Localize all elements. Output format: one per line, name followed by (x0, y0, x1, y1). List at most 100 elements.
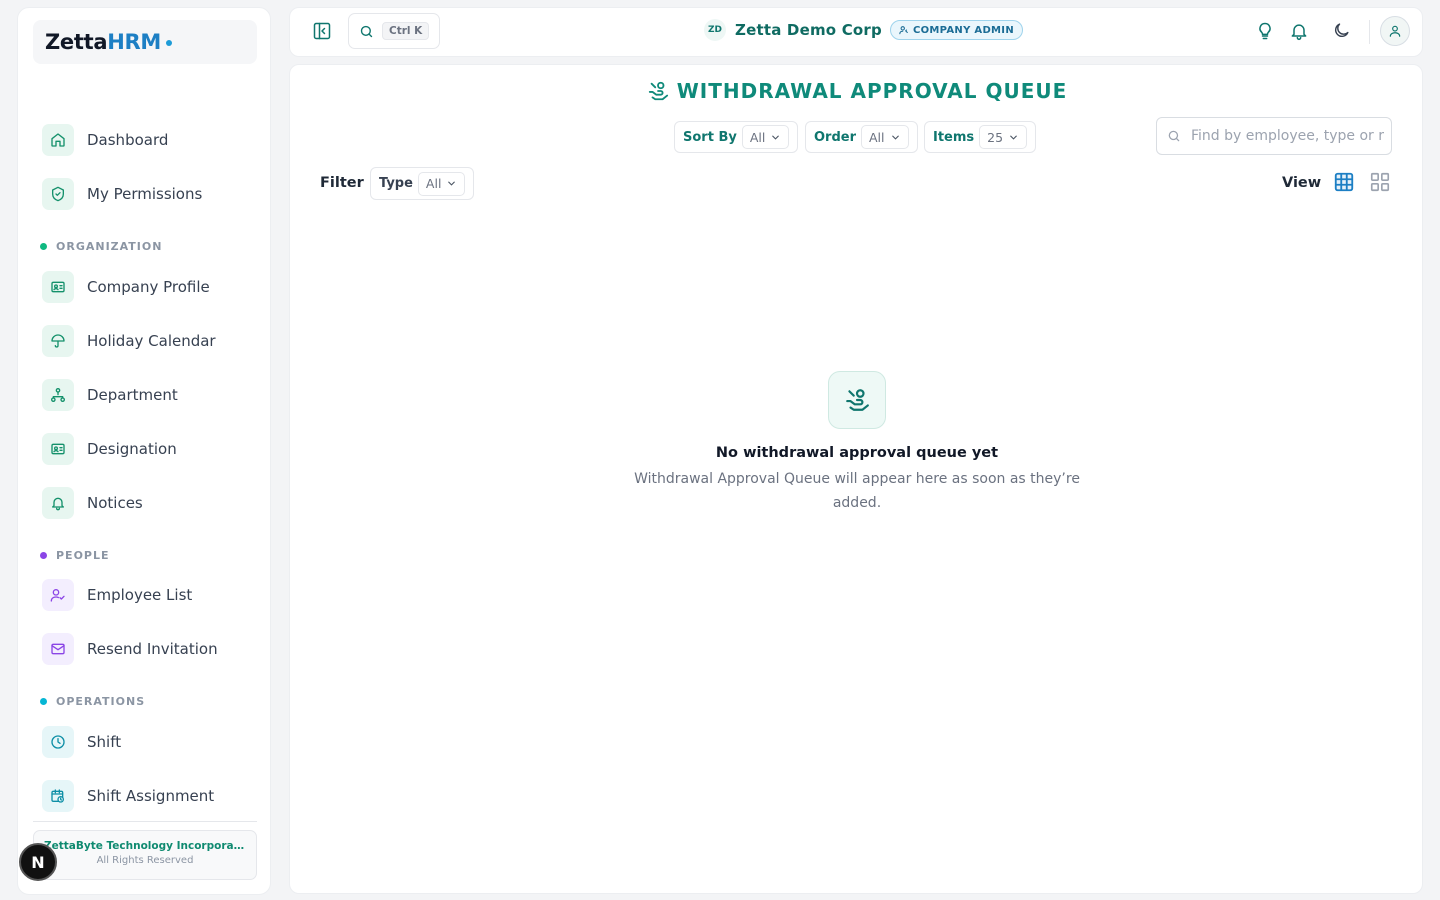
section-title: ORGANIZATION (56, 240, 163, 253)
role-badge: COMPANY ADMIN (889, 20, 1023, 40)
order-control: Order All (805, 121, 918, 153)
search-input[interactable] (1191, 128, 1391, 144)
section-operations: OPERATIONS (40, 695, 145, 708)
chevron-down-icon (448, 181, 456, 186)
bell-icon (42, 487, 74, 519)
sidebar: Zetta HRM Dashboard My Permissions ORGANI… (17, 7, 271, 895)
user-icon (1389, 25, 1401, 37)
topbar: Ctrl K ZD Zetta Demo Corp COMPANY ADMIN (289, 7, 1423, 57)
calendar-clock-icon (42, 780, 74, 812)
brand-name-part2: HRM (107, 30, 161, 54)
empty-state-description: Withdrawal Approval Queue will appear he… (634, 471, 1080, 511)
user-key-icon (899, 26, 908, 35)
chevron-down-icon (1010, 135, 1017, 140)
search-shortcut: Ctrl K (382, 22, 430, 40)
sidebar-item-shift-assignment[interactable]: Shift Assignment (42, 778, 258, 814)
sidebar-item-notices[interactable]: Notices (42, 485, 258, 521)
sidebar-item-shift[interactable]: Shift (42, 724, 258, 760)
items-select[interactable]: 25 (979, 125, 1028, 149)
user-avatar[interactable] (1380, 16, 1410, 46)
view-label: View (1282, 175, 1322, 191)
footer-rights: All Rights Reserved (96, 855, 194, 866)
filter-label: Filter (320, 175, 364, 191)
empty-state-title: No withdrawal approval queue yet (715, 445, 999, 461)
empty-state: No withdrawal approval queue yet Withdra… (290, 371, 1424, 515)
section-title: PEOPLE (56, 549, 110, 562)
chevron-down-icon (772, 135, 780, 140)
home-icon (42, 124, 74, 156)
page-title: WITHDRAWAL APPROVAL QUEUE (290, 79, 1424, 103)
order-select[interactable]: All (861, 125, 909, 149)
type-filter-value: All (425, 176, 442, 191)
section-people: PEOPLE (40, 549, 110, 562)
sidebar-item-company-profile[interactable]: Company Profile (42, 269, 258, 305)
sort-by-select[interactable]: All (741, 125, 790, 149)
type-filter-label: Type (379, 176, 413, 191)
brand-name-part1: Zetta (45, 30, 108, 54)
sort-by-label: Sort By (683, 129, 737, 145)
role-label: COMPANY ADMIN (912, 24, 1014, 36)
sort-by-value: All (749, 129, 766, 145)
sidebar-item-label: Department (87, 386, 178, 404)
umbrella-icon (42, 325, 74, 357)
hand-coins-icon (647, 80, 677, 102)
sidebar-item-label: Dashboard (87, 131, 169, 149)
company-avatar: ZD (704, 19, 726, 41)
brand-dot (165, 40, 172, 46)
clock-icon (42, 726, 74, 758)
sidebar-item-label: Resend Invitation (87, 640, 218, 658)
lightbulb-icon[interactable] (1255, 20, 1275, 42)
company-switcher[interactable]: ZD Zetta Demo Corp COMPANY ADMIN (704, 19, 1023, 41)
sidebar-item-dashboard[interactable]: Dashboard (42, 122, 258, 158)
shield-check-icon (42, 178, 74, 210)
section-dot (40, 243, 47, 250)
company-name: Zetta Demo Corp (735, 21, 882, 39)
items-label: Items (933, 129, 975, 145)
sidebar-item-label: Company Profile (87, 278, 210, 296)
grid-view-icon[interactable] (1369, 171, 1391, 193)
brand-logo[interactable]: Zetta HRM (33, 20, 257, 64)
section-dot (40, 698, 47, 705)
table-view-icon[interactable] (1333, 171, 1355, 193)
topbar-separator (1369, 20, 1370, 44)
items-value: 25 (987, 129, 1004, 145)
hand-coins-icon (828, 371, 886, 429)
section-dot (40, 552, 47, 559)
items-per-page-control: Items 25 (924, 121, 1037, 153)
global-search-button[interactable]: Ctrl K (348, 13, 440, 49)
sidebar-item-my-permissions[interactable]: My Permissions (42, 176, 258, 212)
notification-bell-icon[interactable] (1289, 20, 1309, 42)
footer-company: ZettaByte Technology Incorporated (44, 840, 254, 852)
id-card-icon (42, 433, 74, 465)
page-title-text: WITHDRAWAL APPROVAL QUEUE (676, 79, 1068, 103)
sidebar-item-label: Employee List (87, 586, 193, 604)
sidebar-item-label: Holiday Calendar (87, 332, 216, 350)
sidebar-item-label: Shift (87, 733, 122, 751)
dev-tools-badge[interactable]: N (19, 843, 57, 881)
mail-icon (42, 633, 74, 665)
queue-search (1156, 117, 1392, 155)
chevron-down-icon (891, 135, 899, 140)
sidebar-item-label: Designation (87, 440, 177, 458)
sidebar-item-department[interactable]: Department (42, 377, 258, 413)
user-check-icon (42, 579, 74, 611)
org-chart-icon (42, 379, 74, 411)
sidebar-item-label: My Permissions (87, 185, 203, 203)
sidebar-item-label: Shift Assignment (87, 787, 215, 805)
sort-by-control: Sort By All (674, 121, 799, 153)
sidebar-item-employee-list[interactable]: Employee List (42, 577, 258, 613)
sidebar-item-holiday-calendar[interactable]: Holiday Calendar (42, 323, 258, 359)
dark-mode-moon-icon[interactable] (1332, 20, 1351, 41)
sidebar-item-designation[interactable]: Designation (42, 431, 258, 467)
type-filter-select[interactable]: All (417, 171, 466, 196)
sidebar-item-label: Notices (87, 494, 143, 512)
order-value: All (869, 129, 885, 145)
sidebar-divider (33, 821, 257, 822)
search-icon (359, 24, 374, 39)
sidebar-toggle-icon[interactable] (312, 21, 332, 41)
sidebar-item-resend-invitation[interactable]: Resend Invitation (42, 631, 258, 667)
type-filter-control: Type All (370, 167, 475, 200)
main-panel: WITHDRAWAL APPROVAL QUEUE Sort By All Or… (289, 64, 1423, 894)
order-label: Order (814, 129, 856, 145)
id-card-icon (42, 271, 74, 303)
